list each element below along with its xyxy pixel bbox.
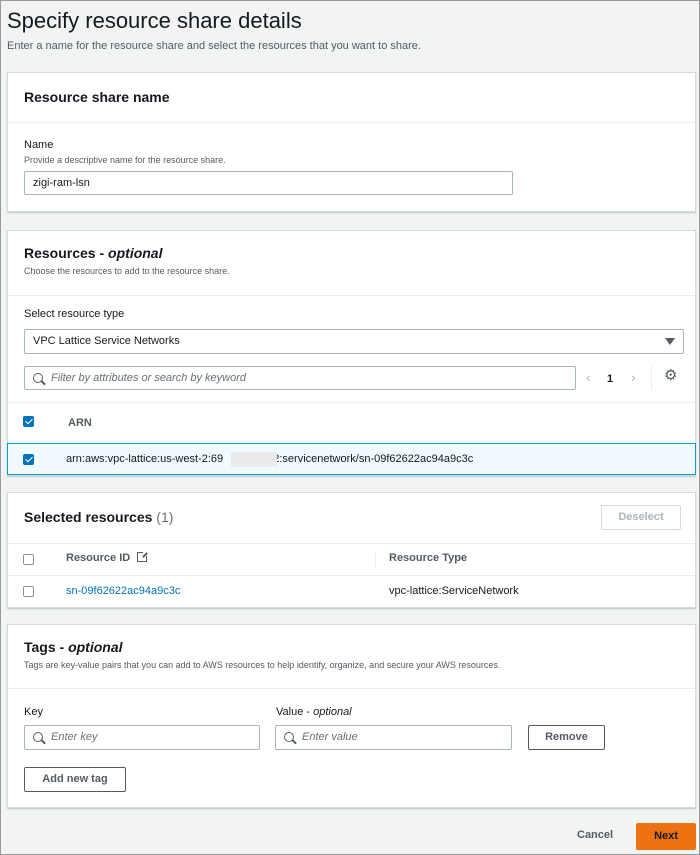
panel-title: Selected resources (1)	[24, 509, 174, 525]
chevron-right-icon[interactable]: ›	[631, 370, 636, 384]
resource-type-label: Select resource type	[24, 308, 125, 320]
panel-description: Tags are key-value pairs that you can ad…	[24, 660, 501, 670]
page-description: Enter a name for the resource share and …	[7, 40, 421, 52]
table-row: sn-09f62622ac94a9c3c vpc-lattice:Service…	[8, 576, 695, 608]
remove-tag-button[interactable]: Remove	[528, 725, 605, 750]
tag-value-input[interactable]: Enter value	[275, 725, 512, 750]
select-all-checkbox[interactable]	[23, 554, 34, 565]
chevron-left-icon[interactable]: ‹	[586, 370, 591, 384]
optional-tag: optional	[68, 639, 123, 655]
add-new-tag-button[interactable]: Add new tag	[24, 767, 126, 792]
panel-title: Resource share name	[24, 89, 170, 105]
resource-share-name-panel: Resource share name Name Provide a descr…	[7, 72, 696, 212]
value-label: Value - optional	[276, 706, 352, 718]
search-icon	[33, 732, 43, 742]
value-placeholder: Enter value	[302, 731, 358, 743]
key-label: Key	[24, 706, 43, 718]
resource-type-value: VPC Lattice Service Networks	[33, 335, 180, 347]
row-checkbox[interactable]	[23, 454, 34, 465]
search-icon	[33, 373, 43, 383]
caret-down-icon	[665, 338, 675, 345]
row-checkbox[interactable]	[23, 586, 34, 597]
resource-id-column-header: Resource ID	[66, 551, 149, 564]
select-all-checkbox[interactable]	[23, 416, 34, 427]
page-title: Specify resource share details	[7, 8, 302, 33]
panel-header: Resource share name	[8, 73, 695, 123]
resource-type-select[interactable]: VPC Lattice Service Networks	[24, 329, 684, 354]
selected-count: (1)	[156, 509, 174, 525]
table-row[interactable]: arn:aws:vpc-lattice:us-west-2:69 72:serv…	[7, 443, 696, 475]
filter-placeholder: Filter by attributes or search by keywor…	[51, 372, 247, 384]
cancel-button[interactable]: Cancel	[577, 829, 613, 841]
name-label: Name	[24, 139, 54, 151]
column-divider	[375, 551, 376, 567]
panel-title: Resources - optional	[24, 245, 163, 261]
optional-tag: optional	[108, 245, 163, 261]
tag-key-input[interactable]: Enter key	[24, 725, 260, 750]
gear-icon[interactable]: ⚙	[664, 368, 677, 383]
divider	[651, 366, 652, 390]
name-input[interactable]: zigi-ram-lsn	[24, 171, 513, 195]
key-placeholder: Enter key	[51, 731, 98, 743]
panel-title: Tags - optional	[24, 639, 123, 655]
filter-input[interactable]: Filter by attributes or search by keywor…	[24, 366, 576, 390]
panel-header: Resources - optional Choose the resource…	[8, 231, 695, 296]
panel-description: Choose the resources to add to the resou…	[24, 266, 230, 276]
resource-type-column-header: Resource Type	[389, 552, 468, 564]
tags-panel: Tags - optional Tags are key-value pairs…	[7, 624, 696, 808]
redacted-block	[231, 452, 277, 467]
panel-header: Selected resources (1) Deselect	[8, 493, 695, 544]
external-link-icon	[137, 551, 149, 562]
deselect-button[interactable]: Deselect	[601, 505, 681, 530]
resource-id-link[interactable]: sn-09f62622ac94a9c3c	[66, 585, 180, 597]
selected-resources-panel: Selected resources (1) Deselect Resource…	[7, 492, 696, 608]
page-number[interactable]: 1	[607, 373, 613, 385]
next-button[interactable]: Next	[636, 823, 696, 850]
search-icon	[284, 732, 294, 742]
panel-header: Tags - optional Tags are key-value pairs…	[8, 625, 695, 689]
arn-column-header: ARN	[68, 417, 92, 429]
table-divider	[8, 402, 695, 403]
resource-type-cell: vpc-lattice:ServiceNetwork	[389, 585, 519, 597]
name-hint: Provide a descriptive name for the resou…	[24, 155, 226, 165]
resources-panel: Resources - optional Choose the resource…	[7, 230, 696, 476]
